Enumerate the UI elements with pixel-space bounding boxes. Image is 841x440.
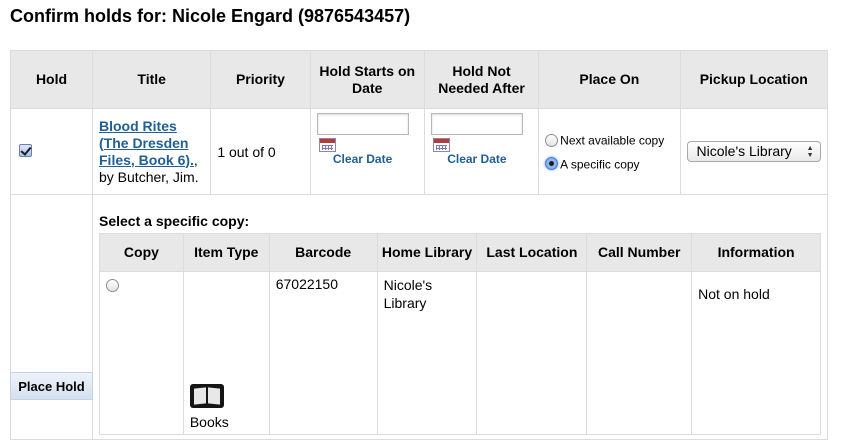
calendar-icon[interactable] [432,138,450,152]
place-on-specific-label: A specific copy [560,156,640,171]
copies-table: Copy Item Type Barcode Home Library Last… [99,233,821,435]
hold-checkbox[interactable] [19,143,32,157]
copy-radio-cell [99,271,184,435]
home-library-cell: Nicole's Library [376,271,478,435]
header-title: Title [91,50,212,109]
header-copy: Copy [99,233,184,272]
pickup-location-value: Nicole's Library [696,143,792,159]
end-date-cell: Clear Date [423,108,540,195]
place-on-specific-copy[interactable]: A specific copy [545,152,673,175]
hold-row: Blood Rites (The Dresden Files, Book 6).… [10,108,829,195]
header-priority: Priority [210,50,311,109]
hold-start-date-input[interactable] [316,113,409,135]
header-pickup-location: Pickup Location [679,50,829,109]
header-item-type: Item Type [182,233,270,272]
pickup-location-select[interactable]: Nicole's Library ▲ ▼ [686,141,821,162]
author-text: by Butcher, Jim. [99,168,199,185]
place-on-next-radio[interactable] [545,134,559,147]
title-cell: Blood Rites (The Dresden Files, Book 6).… [91,108,212,195]
header-last-location: Last Location [476,233,588,272]
copy-selection-row: Select a specific copy: Copy Item Type B… [10,194,828,440]
start-date-cell: Clear Date [309,108,425,195]
priority-cell: 1 out of 0 [210,108,311,195]
header-hold-starts: Hold Starts on Date [309,50,425,109]
copies-table-header-row: Copy Item Type Barcode Home Library Last… [99,233,821,272]
header-place-on: Place On [538,50,681,109]
copy-selection-spacer [10,194,93,440]
clear-end-date-link[interactable]: Clear Date [447,152,507,167]
place-on-cell: Next available copy A specific copy [538,108,681,195]
page-title: Confirm holds for: Nicole Engard (987654… [10,6,411,26]
copy-row: Books 67022150 Nicole's Library Not on h… [99,271,821,435]
header-home-library: Home Library [376,233,478,272]
header-hold-not-needed: Hold Not Needed After [423,50,540,109]
calendar-icon[interactable] [318,138,336,152]
header-hold: Hold [10,50,93,109]
holds-table: Hold Title Priority Hold Starts on Date … [10,50,829,440]
clear-start-date-link[interactable]: Clear Date [333,152,393,167]
select-specific-copy-heading: Select a specific copy: [99,213,250,229]
book-icon [189,384,224,408]
title-link[interactable]: Blood Rites (The Dresden Files, Book 6). [99,118,194,168]
holds-table-header-row: Hold Title Priority Hold Starts on Date … [10,50,829,109]
header-barcode: Barcode [268,233,378,272]
header-call-number: Call Number [586,233,693,272]
barcode-cell: 67022150 [268,271,378,435]
item-type-cell: Books [182,271,270,435]
select-arrows-icon: ▲ ▼ [806,145,814,159]
call-number-cell [586,271,693,435]
hold-checkbox-cell [10,108,93,195]
title-suffix: , [193,151,198,168]
pickup-location-cell: Nicole's Library ▲ ▼ [679,108,829,195]
header-information: Information [691,233,821,272]
copy-select-radio[interactable] [106,278,119,292]
copy-selection-cell: Select a specific copy: Copy Item Type B… [92,194,828,440]
item-type-label: Books [189,414,229,430]
place-on-next-available[interactable]: Next available copy [545,128,673,151]
information-cell: Not on hold [691,271,821,435]
hold-end-date-input[interactable] [430,113,523,135]
place-on-next-label: Next available copy [560,133,665,148]
place-hold-button[interactable]: Place Hold [10,372,93,400]
last-location-cell [476,271,588,435]
place-on-specific-radio[interactable] [545,157,559,171]
